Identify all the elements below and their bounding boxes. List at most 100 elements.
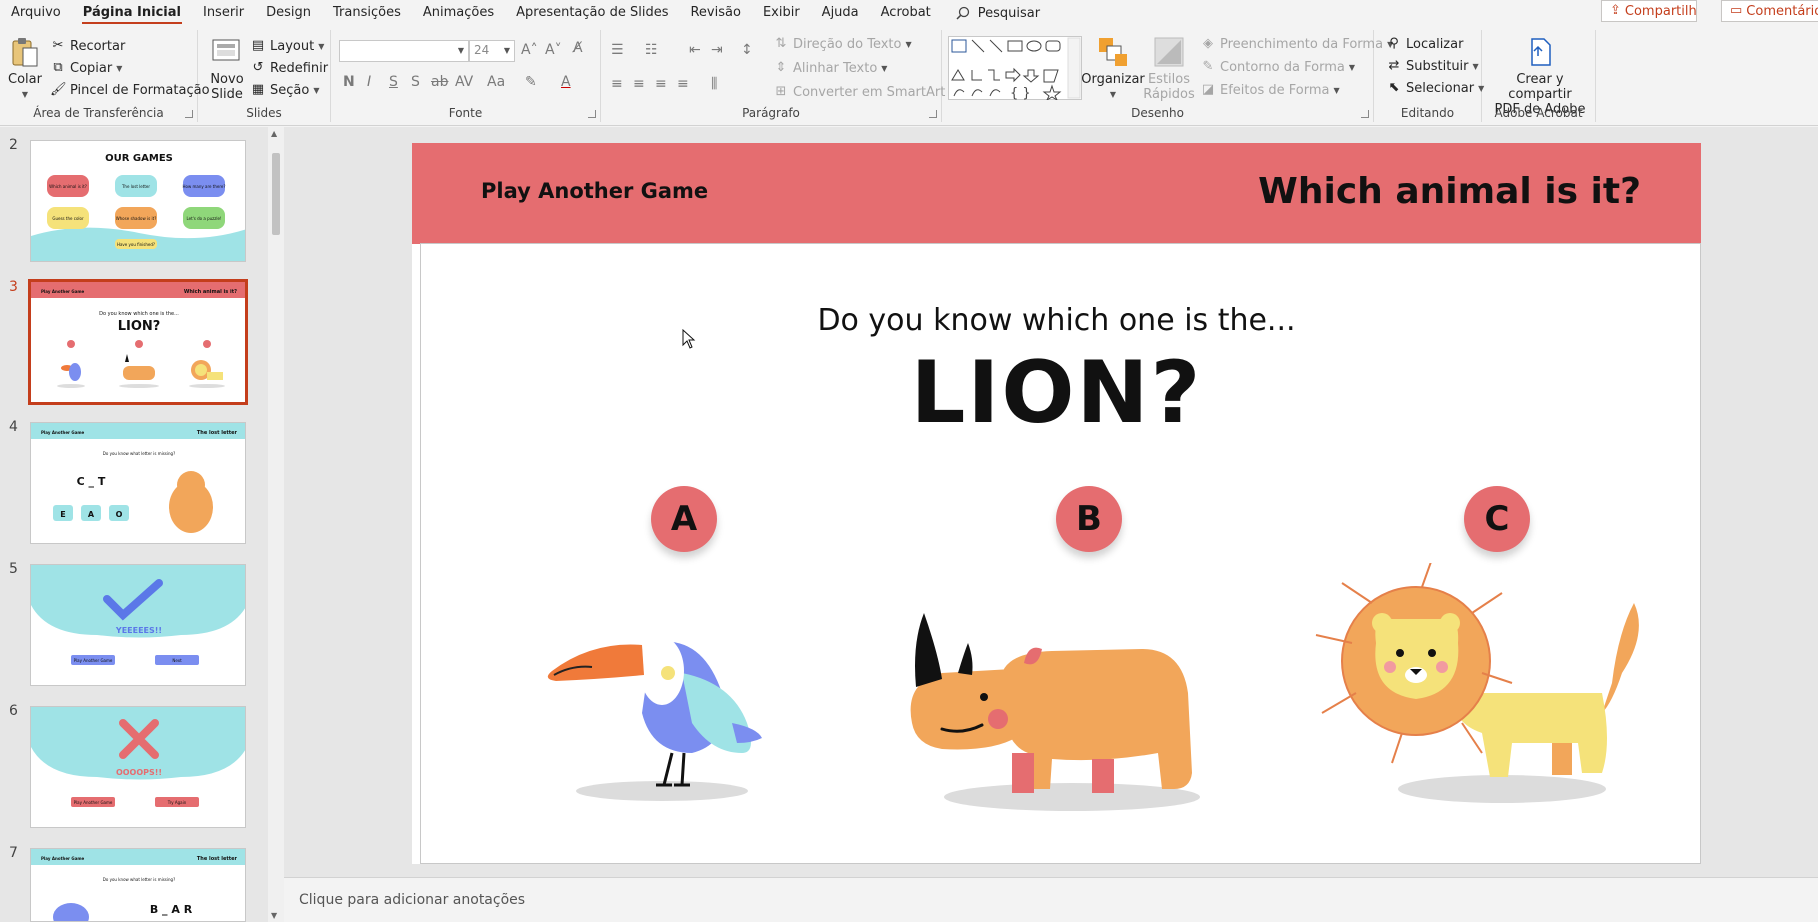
shapes-gallery[interactable]: { } [948, 36, 1082, 100]
shape-fill-button[interactable]: ◈ Preenchimento da Forma ▼ [1200, 36, 1393, 52]
change-case-icon[interactable]: Aa [487, 74, 505, 90]
option-a-label: A [670, 499, 698, 539]
mouse-pointer-icon [682, 329, 696, 349]
option-a-button[interactable]: A [651, 486, 717, 552]
shrink-font-icon[interactable]: A˅ [545, 42, 562, 58]
align-right-icon[interactable]: ≡ [655, 76, 667, 92]
italic-icon[interactable]: I [367, 74, 371, 90]
menu-animacoes[interactable]: Animações [412, 0, 505, 26]
notes-pane[interactable]: Clique para adicionar anotações [284, 877, 1818, 922]
font-color-icon[interactable]: A [561, 74, 571, 90]
bold-icon[interactable]: N [343, 74, 355, 90]
text-direction-button[interactable]: ⇅ Direção do Texto ▼ [773, 36, 912, 52]
menu-design[interactable]: Design [255, 0, 322, 26]
menu-revisao[interactable]: Revisão [679, 0, 751, 26]
font-group-label: Fonte [448, 106, 483, 120]
slide-number-5: 5 [9, 561, 18, 577]
slide-6-text: OOOOPS!! [116, 768, 162, 777]
replace-label: Substituir [1406, 58, 1469, 74]
arrange-button[interactable]: Organizar ▼ [1081, 36, 1145, 102]
shape-fill-label: Preenchimento da Forma [1220, 36, 1384, 52]
paragraph-group: ☰ ☷ ⇤ ⇥ ↕ ≡ ≡ ≡ ≡ ⫼ ⇅ Direção do Texto ▼ ⇕… [601, 30, 956, 122]
replace-button[interactable]: ⇄ Substituir ▼ [1386, 58, 1479, 74]
slide-thumbnail-4[interactable]: Play Another Game The lost letter Do you… [30, 422, 246, 544]
quick-styles-button[interactable]: Estilos Rápidos [1142, 36, 1196, 102]
slide-thumbnail-5[interactable]: YEEEEES!! Play Another Game Next [30, 564, 246, 686]
underline-icon[interactable]: S [389, 74, 398, 90]
slide-number-2: 2 [9, 137, 18, 153]
shadow-icon[interactable]: S [411, 74, 420, 90]
font-size-input[interactable]: 24 ▼ [469, 40, 515, 62]
format-painter-button[interactable]: 🖌 Pincel de Formatação [50, 82, 210, 98]
grow-font-icon[interactable]: A˄ [521, 42, 538, 58]
increase-indent-icon[interactable]: ⇥ [711, 42, 723, 58]
font-launcher-icon[interactable] [588, 110, 596, 118]
menu-transicoes[interactable]: Transições [322, 0, 412, 26]
current-slide[interactable]: Play Another Game Which animal is it? Do… [412, 143, 1701, 864]
slide-thumbnail-6[interactable]: OOOOPS!! Play Another Game Try Again [30, 706, 246, 828]
bullets-icon[interactable]: ☰ [611, 42, 624, 58]
copy-button[interactable]: ⧉ Copiar ▼ [50, 60, 122, 76]
menu-exibir[interactable]: Exibir [752, 0, 811, 26]
editing-group-label: Editando [1400, 106, 1455, 120]
clipboard-launcher-icon[interactable] [185, 110, 193, 118]
layout-button[interactable]: ▤ Layout ▼ [250, 38, 325, 54]
slide-2-preview: OUR GAMES Which animal is it? The lost l… [31, 141, 245, 261]
cut-button[interactable]: ✂ Recortar [50, 38, 126, 54]
slide-2-b2: The lost letter [121, 184, 150, 189]
layout-icon: ▤ [251, 38, 265, 53]
lion-image[interactable] [1312, 563, 1672, 803]
align-text-label: Alinhar Texto [793, 60, 878, 76]
create-pdf-button[interactable]: Crear y compartir PDF de Adobe [1492, 36, 1588, 117]
char-spacing-icon[interactable]: AV [455, 74, 473, 90]
strikethrough-icon[interactable]: ab [431, 74, 448, 90]
share-button[interactable]: ⇪ Compartilhar [1601, 0, 1697, 22]
slide-6-b2: Try Again [167, 800, 187, 805]
find-button[interactable]: ⚲ Localizar [1386, 36, 1463, 52]
rhino-image[interactable] [902, 583, 1222, 813]
scroll-down-icon[interactable]: ▼ [271, 911, 277, 920]
paste-button[interactable]: Colar ▼ [8, 36, 42, 102]
toucan-image[interactable] [532, 603, 772, 803]
thumbnails-scrollbar[interactable]: ▲ ▼ [268, 127, 284, 922]
option-b-button[interactable]: B [1056, 486, 1122, 552]
align-left-icon[interactable]: ≡ [611, 76, 623, 92]
shape-effects-button[interactable]: ◪ Efeitos de Forma ▼ [1200, 82, 1340, 98]
line-spacing-icon[interactable]: ↕ [741, 42, 753, 58]
new-slide-button[interactable]: Novo Slide [204, 36, 250, 102]
slide-thumbnail-3[interactable]: Play Another Game Which animal is it? Do… [28, 279, 248, 405]
section-button[interactable]: ▦ Seção ▼ [250, 82, 320, 98]
play-another-game-link[interactable]: Play Another Game [481, 179, 708, 203]
scroll-up-icon[interactable]: ▲ [271, 129, 277, 138]
slide-3-q: Do you know which one is the... [99, 311, 179, 317]
menu-pagina-inicial[interactable]: Página Inicial [72, 0, 192, 26]
select-label: Selecionar [1406, 80, 1475, 96]
select-button[interactable]: ⬉ Selecionar ▼ [1386, 80, 1485, 96]
menu-acrobat[interactable]: Acrobat [870, 0, 942, 26]
menu-arquivo[interactable]: Arquivo [0, 0, 72, 26]
paragraph-launcher-icon[interactable] [929, 110, 937, 118]
drawing-launcher-icon[interactable] [1361, 110, 1369, 118]
decrease-indent-icon[interactable]: ⇤ [689, 42, 701, 58]
numbering-icon[interactable]: ☷ [645, 42, 658, 58]
menu-inserir[interactable]: Inserir [192, 0, 255, 26]
comments-button[interactable]: ▭ Comentários [1721, 0, 1818, 22]
font-name-input[interactable]: ▼ [339, 40, 469, 62]
shape-outline-button[interactable]: ✎ Contorno da Forma ▼ [1200, 59, 1355, 75]
slide-thumbnail-2[interactable]: OUR GAMES Which animal is it? The lost l… [30, 140, 246, 262]
font-group: ▼ 24 ▼ A˄ A˅ A̸ N I S S ab AV Aa ✎ A Font… [331, 30, 601, 122]
columns-icon[interactable]: ⫼ [711, 76, 717, 92]
scroll-thumb[interactable] [272, 153, 280, 235]
align-text-button[interactable]: ⇕ Alinhar Texto ▼ [773, 60, 888, 76]
slide-thumbnail-7[interactable]: Play Another Game The lost letter Do you… [30, 848, 246, 922]
align-center-icon[interactable]: ≡ [633, 76, 645, 92]
clear-format-icon[interactable]: A̸ [573, 40, 583, 56]
menu-apresentacao[interactable]: Apresentação de Slides [505, 0, 679, 26]
justify-icon[interactable]: ≡ [677, 76, 689, 92]
search-box[interactable]: Pesquisar [942, 6, 1040, 21]
option-c-button[interactable]: C [1464, 486, 1530, 552]
smartart-button[interactable]: ⊞Converter em SmartArt▼ [773, 84, 956, 100]
highlight-icon[interactable]: ✎ [525, 74, 537, 90]
menu-ajuda[interactable]: Ajuda [811, 0, 870, 26]
reset-button[interactable]: ↺ Redefinir [250, 60, 329, 76]
